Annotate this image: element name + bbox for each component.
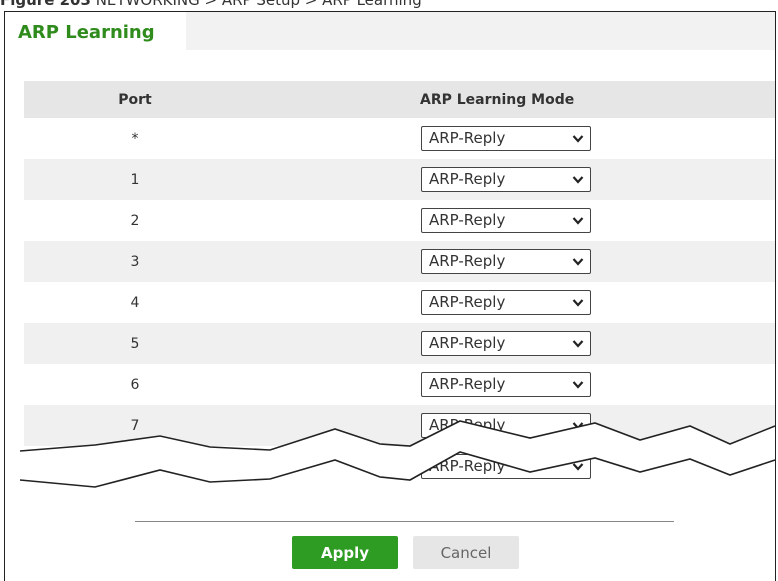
chevron-down-icon [572,258,584,266]
port-cell: 6 [130,376,140,393]
arp-mode-select[interactable]: ARP-Reply [421,331,591,356]
arp-mode-select[interactable]: ARP-Reply [421,290,591,315]
table-header: Port ARP Learning Mode [24,81,775,118]
table-row: 1 ARP-Reply [24,159,775,200]
port-cell: 4 [130,294,140,311]
apply-button[interactable]: Apply [292,536,398,569]
chevron-down-icon [572,299,584,307]
port-cell: 5 [130,335,140,352]
chevron-down-icon [572,422,584,430]
select-value: ARP-Reply [429,334,506,352]
select-value: ARP-Reply [429,293,506,311]
arp-mode-select[interactable]: ARP-Reply [421,167,591,192]
mode-cell: ARP-Reply [421,405,591,446]
chevron-down-icon [572,340,584,348]
table-row: 3 ARP-Reply [24,241,775,282]
chevron-down-icon [572,463,584,471]
arp-mode-select[interactable]: ARP-Reply [421,454,591,479]
select-value: ARP-Reply [429,129,506,147]
chevron-down-icon [572,176,584,184]
table-row: 6 ARP-Reply [24,364,775,405]
chevron-down-icon [572,217,584,225]
tab-label: ARP Learning [18,22,155,43]
mode-cell: ARP-Reply [421,118,591,159]
select-value: ARP-Reply [429,211,506,229]
select-value: ARP-Reply [429,375,506,393]
mode-cell: ARP-Reply [421,241,591,282]
port-cell: 1 [130,171,140,188]
mode-cell: ARP-Reply [421,323,591,364]
figure-path: NETWORKING > ARP Setup > ARP Learning [95,0,422,9]
arp-mode-select[interactable]: ARP-Reply [421,208,591,233]
port-cell: 7 [130,417,140,434]
arp-mode-select[interactable]: ARP-Reply [421,372,591,397]
figure-number: Figure 203 [0,0,91,9]
tab-arp-learning[interactable]: ARP Learning [5,12,186,52]
table-row: * ARP-Reply [24,118,775,159]
select-value: ARP-Reply [429,416,506,434]
mode-cell: ARP-Reply [421,159,591,200]
port-cell: 3 [130,253,140,270]
mode-cell: ARP-Reply [421,364,591,405]
port-cell: 8 [130,458,140,475]
port-cell: 2 [130,212,140,229]
arp-mode-select[interactable]: ARP-Reply [421,126,591,151]
chevron-down-icon [572,135,584,143]
header-mode: ARP Learning Mode [420,91,575,108]
figure-caption: Figure 203 NETWORKING > ARP Setup > ARP … [0,0,778,11]
divider [135,521,674,522]
table-row: 5 ARP-Reply [24,323,775,364]
select-value: ARP-Reply [429,457,506,475]
chevron-down-icon [572,381,584,389]
header-port: Port [118,91,152,108]
mode-cell: ARP-Reply [421,282,591,323]
arp-mode-select[interactable]: ARP-Reply [421,249,591,274]
table-row: 4 ARP-Reply [24,282,775,323]
cancel-button[interactable]: Cancel [413,536,519,569]
table-row: 2 ARP-Reply [24,200,775,241]
table-row: 8 ARP-Reply [24,446,775,487]
arp-mode-select[interactable]: ARP-Reply [421,413,591,438]
mode-cell: ARP-Reply [421,200,591,241]
select-value: ARP-Reply [429,170,506,188]
select-value: ARP-Reply [429,252,506,270]
port-cell: * [131,130,139,147]
arp-learning-table: Port ARP Learning Mode * ARP-Reply 1 ARP-Re… [24,81,775,487]
table-row: 7 ARP-Reply [24,405,775,446]
mode-cell: ARP-Reply [421,446,591,487]
